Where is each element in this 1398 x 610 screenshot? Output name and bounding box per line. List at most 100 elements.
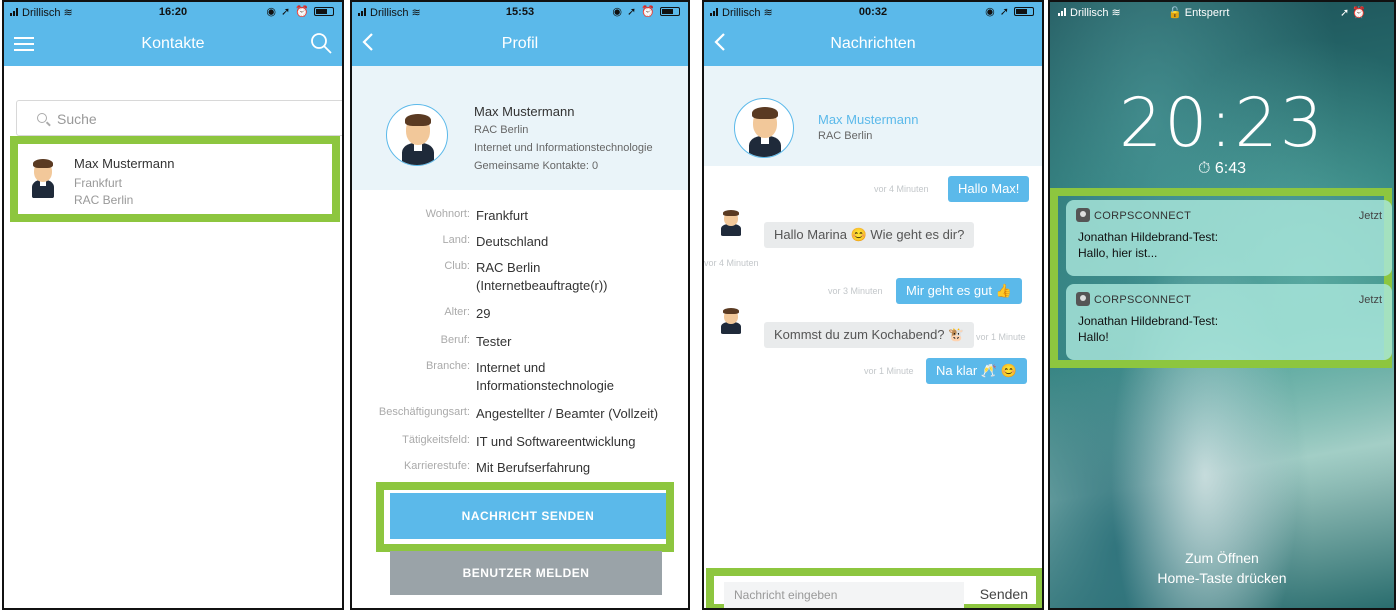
alarm-icon: ⏱ [1197, 160, 1211, 177]
alarm-time: ⏱ 6:43 [1050, 160, 1394, 178]
alarm-text: 6:43 [1214, 160, 1247, 177]
profile-name: Max Mustermann [474, 104, 575, 119]
notification-app: CORPSCONNECT [1094, 210, 1192, 222]
profile-industry: Internet und Informationstechnologie [474, 142, 653, 154]
detail-label: Club: [444, 260, 470, 272]
notification-time: Jetzt [1358, 210, 1382, 222]
notification-card[interactable]: CORPSCONNECT Jetzt Jonathan Hildebrand-T… [1066, 200, 1392, 276]
message-time: vor 1 Minute [976, 332, 1026, 342]
detail-row-wohnort: Wohnort: Frankfurt [352, 206, 688, 226]
contact-name: Max Mustermann [74, 156, 175, 171]
battery-icon [660, 7, 680, 16]
status-icons: ◉ ➚ ⏰ [612, 5, 680, 18]
search-icon[interactable] [310, 32, 332, 59]
search-input[interactable]: Suche [16, 100, 342, 136]
detail-value: Tester [476, 334, 512, 349]
carrier-label: Drillisch ≋ [1058, 6, 1121, 19]
contact-city: Frankfurt [74, 176, 123, 190]
partner-name[interactable]: Max Mustermann [818, 112, 918, 127]
profile-avatar [386, 104, 448, 166]
detail-value: Internet und [476, 360, 546, 375]
profile-header: Max Mustermann RAC Berlin Internet und I… [352, 66, 688, 190]
detail-value: Deutschland [476, 234, 549, 249]
message-time: vor 4 Minuten [704, 258, 759, 268]
detail-value: Frankfurt [476, 208, 529, 223]
detail-value: Mit Berufserfahrung [476, 460, 591, 475]
send-button[interactable]: Senden [980, 586, 1028, 602]
detail-label: Karrierestufe: [403, 460, 470, 472]
contact-club: RAC Berlin [74, 193, 134, 207]
partner-avatar [734, 98, 794, 158]
battery-icon [1014, 7, 1034, 16]
message-compose-bar: Nachricht eingeben Senden [706, 568, 1042, 608]
avatar [30, 158, 56, 198]
message-bubble-incoming: Kommst du zum Kochabend? 🐮 [764, 322, 975, 348]
avatar [720, 308, 742, 334]
detail-row-beschaeftigungsart: Beschäftigungsart: Angestellter / Beamte… [352, 404, 688, 424]
notification-title: Jonathan Hildebrand-Test: [1078, 314, 1219, 328]
message-bubble-incoming: Hallo Marina 😊 Wie geht es dir? [764, 222, 975, 248]
detail-value: IT und Softwareentwicklung [476, 434, 636, 449]
page-title: Profil [501, 35, 539, 52]
notifications-highlight: CORPSCONNECT Jetzt Jonathan Hildebrand-T… [1050, 188, 1392, 368]
detail-value: 29 [476, 306, 491, 321]
status-icons: ◉ ➚ ⏰ [266, 5, 334, 18]
detail-row-beruf: Beruf: Tester [352, 332, 688, 352]
detail-row-taetigkeitsfeld: Tätigkeitsfeld: IT und Softwareentwicklu… [352, 432, 688, 452]
page-title: Kontakte [141, 35, 205, 52]
carrier-text: Drillisch [1070, 7, 1109, 19]
nav-bar: Nachrichten [704, 22, 1042, 66]
unlock-hint: Zum Öffnen [1185, 550, 1259, 566]
battery-icon [314, 7, 334, 16]
status-bar: Drillisch ≋ 16:20 ◉ ➚ ⏰ [4, 2, 342, 22]
status-bar: Drillisch ≋ 🔓 Entsperrt ➚ ⏰ [1050, 6, 1394, 24]
lock-clock: 20:23 [1119, 84, 1325, 163]
notification-title: Jonathan Hildebrand-Test: [1078, 230, 1219, 244]
notification-card[interactable]: CORPSCONNECT Jetzt Jonathan Hildebrand-T… [1066, 284, 1392, 360]
send-message-button[interactable]: NACHRICHT SENDEN [390, 493, 666, 539]
contacts-screen: Drillisch ≋ 16:20 ◉ ➚ ⏰ Kontakte Suche M… [2, 0, 344, 610]
contact-list-item[interactable]: Max Mustermann Frankfurt RAC Berlin [10, 136, 340, 222]
status-icons: ◉ ➚ [985, 5, 1034, 18]
message-input[interactable]: Nachricht eingeben [724, 582, 964, 608]
lock-status: 🔓 Entsperrt [1168, 6, 1229, 19]
detail-label: Branche: [425, 360, 470, 372]
message-time: vor 1 Minute [864, 366, 914, 376]
report-user-button[interactable]: BENUTZER MELDEN [390, 551, 662, 595]
notification-time: Jetzt [1358, 294, 1382, 306]
message-bubble-outgoing: Mir geht es gut 👍 [896, 278, 1022, 304]
detail-row-branche: Branche: Internet und Informationstechno… [352, 358, 688, 398]
status-bar: Drillisch ≋ 00:32 ◉ ➚ [704, 2, 1042, 22]
message-bubble-outgoing: Na klar 🥂 😊 [926, 358, 1027, 384]
detail-label: Land: [442, 234, 470, 246]
detail-row-alter: Alter: 29 [352, 304, 688, 324]
detail-label: Wohnort: [425, 208, 470, 220]
detail-value-cont: Informationstechnologie [476, 378, 615, 393]
unlock-hint-second: Home-Taste drücken [1157, 570, 1287, 586]
search-field-icon [37, 113, 47, 123]
status-bar: Drillisch ≋ 15:53 ◉ ➚ ⏰ [352, 2, 688, 22]
detail-label: Beschäftigungsart: [378, 406, 470, 418]
detail-row-club: Club: RAC Berlin (Internetbeauftragte(r)… [352, 258, 688, 298]
unlocked-icon: 🔓 [1168, 7, 1182, 19]
notification-body: Hallo, hier ist... [1078, 246, 1158, 260]
search-placeholder: Suche [57, 111, 97, 127]
profile-club: RAC Berlin [474, 124, 529, 136]
lock-screen: Drillisch ≋ 🔓 Entsperrt ➚ ⏰ 20:23 ⏱ 6:43… [1048, 0, 1396, 610]
message-time: vor 3 Minuten [828, 286, 883, 296]
nav-bar: Profil [352, 22, 688, 66]
message-bubble-outgoing: Hallo Max! [948, 176, 1030, 202]
message-time: vor 4 Minuten [874, 184, 929, 194]
detail-value: Angestellter / Beamter (Vollzeit) [476, 406, 659, 421]
messages-screen: Drillisch ≋ 00:32 ◉ ➚ Nachrichten Max Mu… [702, 0, 1044, 610]
page-title: Nachrichten [830, 35, 916, 52]
detail-label: Beruf: [440, 334, 470, 346]
avatar [720, 210, 742, 236]
lock-state-text: Entsperrt [1184, 7, 1230, 19]
detail-row-land: Land: Deutschland [352, 232, 688, 252]
notification-body: Hallo! [1078, 330, 1109, 344]
app-icon [1076, 292, 1090, 306]
detail-value: RAC Berlin [476, 260, 541, 275]
screenshot-collage: Drillisch ≋ 16:20 ◉ ➚ ⏰ Kontakte Suche M… [0, 0, 1398, 610]
detail-row-karrierestufe: Karrierestufe: Mit Berufserfahrung [352, 458, 688, 478]
